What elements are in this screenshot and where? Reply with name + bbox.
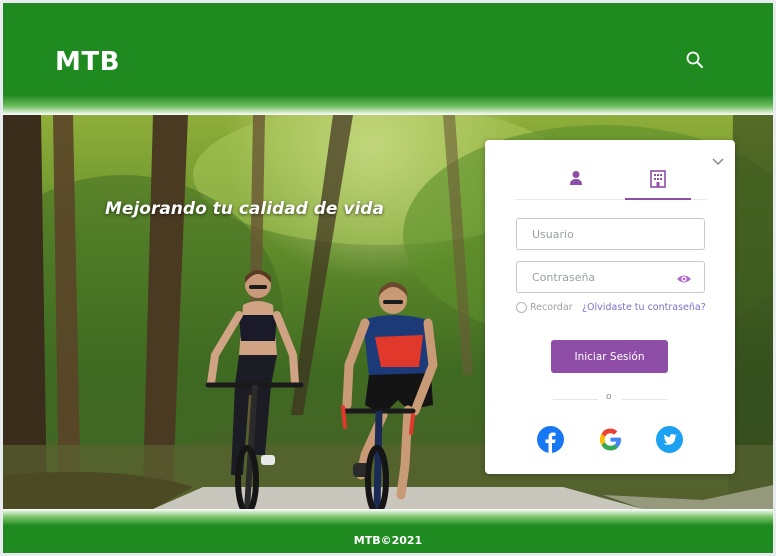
login-card: Recordar ¿Olvidaste tu contraseña? Inici… — [485, 140, 735, 474]
login-button[interactable]: Iniciar Sesión — [551, 340, 668, 373]
twitter-icon[interactable] — [656, 426, 683, 453]
facebook-icon[interactable] — [537, 426, 564, 453]
footer-copyright: MTB©2021 — [353, 534, 423, 547]
eye-icon[interactable] — [676, 270, 692, 283]
chevron-down-icon[interactable] — [711, 152, 725, 166]
remember-radio[interactable] — [516, 302, 527, 313]
search-icon[interactable] — [684, 49, 706, 71]
hero-tagline: Mejorando tu calidad de vida — [105, 199, 384, 219]
tab-person-login[interactable] — [543, 170, 609, 200]
active-tab-indicator — [625, 198, 691, 200]
separator-right — [622, 399, 667, 400]
page: MTB Mejorando tu calidad de vida Usuario… — [3, 3, 773, 553]
building-icon — [650, 170, 666, 188]
separator-left — [553, 399, 598, 400]
logo[interactable]: MTB — [55, 47, 120, 77]
separator-text: o — [606, 392, 612, 402]
footer: MTB©2021 — [3, 509, 773, 553]
remember-checkbox[interactable]: Recordar — [516, 302, 573, 313]
header: MTB — [3, 3, 773, 115]
username-input[interactable] — [516, 218, 705, 250]
remember-label: Recordar — [530, 302, 573, 313]
forgot-password-link[interactable]: ¿Olvidaste tu contraseña? — [582, 302, 706, 313]
tab-company-login[interactable] — [625, 170, 691, 200]
google-icon[interactable] — [597, 426, 624, 453]
user-icon — [570, 171, 582, 185]
